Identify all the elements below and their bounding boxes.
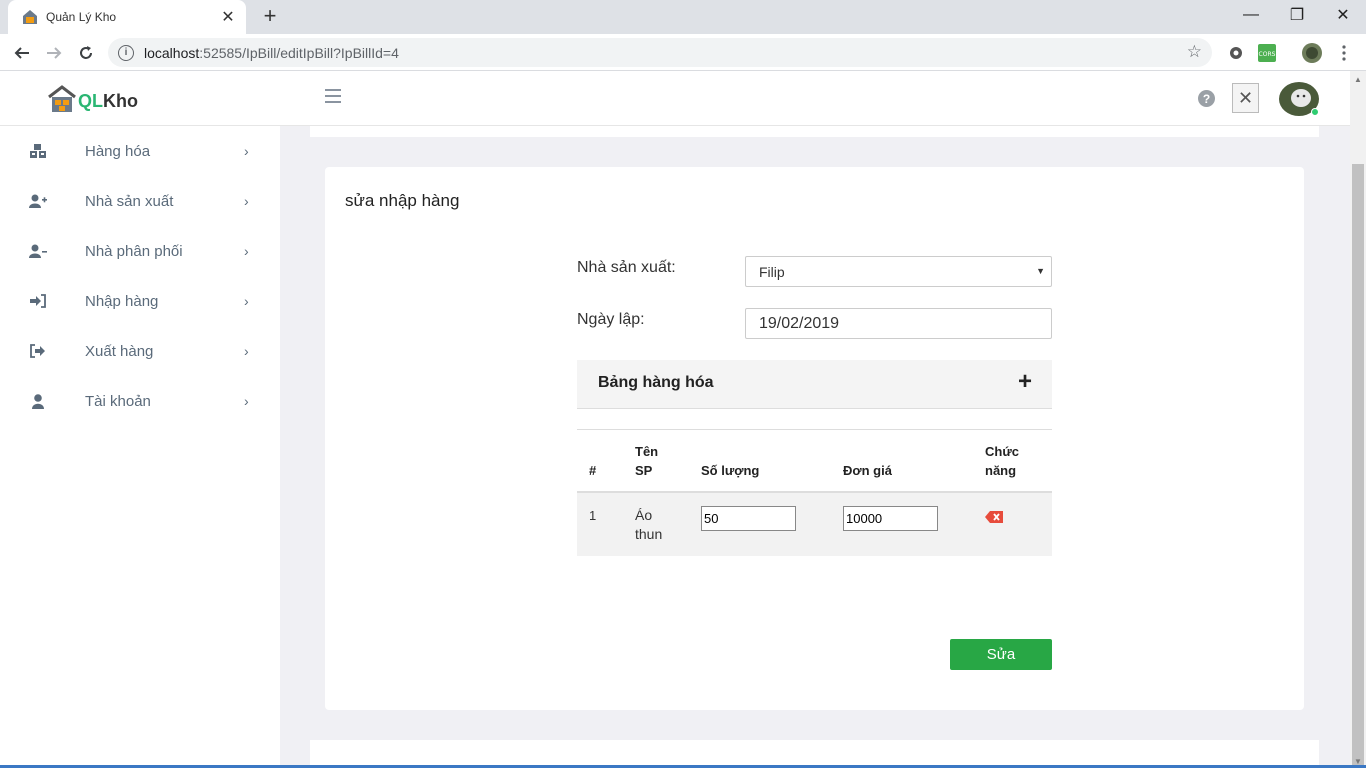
- new-tab-icon[interactable]: +: [258, 4, 282, 28]
- column-header-name: Tên SP: [635, 444, 659, 478]
- quantity-input[interactable]: 50: [701, 506, 796, 531]
- sidebar-item-nha-phan-phoi[interactable]: Nhà phân phối ›: [0, 226, 280, 276]
- online-status-dot: [1311, 108, 1319, 116]
- date-input[interactable]: 19/02/2019: [745, 308, 1052, 339]
- chevron-right-icon: ›: [244, 243, 249, 259]
- address-bar[interactable]: i localhost:52585/IpBill/editIpBill?IpBi…: [108, 38, 1212, 67]
- chevron-right-icon: ›: [244, 193, 249, 209]
- sidebar-item-nha-san-xuat[interactable]: Nhà sản xuất ›: [0, 176, 280, 226]
- chevron-right-icon: ›: [244, 293, 249, 309]
- content-bottom-panel: [310, 740, 1319, 768]
- sign-in-icon: [28, 291, 48, 311]
- sidebar-item-label: Tài khoản: [85, 392, 151, 410]
- product-table-header: Bảng hàng hóa +: [577, 360, 1052, 409]
- page-scrollbar[interactable]: ▲ ▼: [1350, 71, 1366, 768]
- restore-icon[interactable]: ❐: [1274, 0, 1320, 30]
- scroll-thumb[interactable]: [1352, 164, 1364, 768]
- sidebar-item-xuat-hang[interactable]: Xuất hàng ›: [0, 326, 280, 376]
- close-button[interactable]: ✕: [1232, 83, 1259, 113]
- warehouse-logo-icon: [48, 85, 76, 112]
- hamburger-menu-icon[interactable]: [325, 89, 341, 103]
- site-info-icon[interactable]: i: [118, 44, 134, 61]
- user-minus-icon: [28, 241, 48, 261]
- date-value: 19/02/2019: [759, 314, 840, 332]
- date-label: Ngày lập:: [577, 311, 645, 328]
- forward-icon[interactable]: [40, 39, 68, 67]
- sidebar-item-nhap-hang[interactable]: Nhập hàng ›: [0, 276, 280, 326]
- profile-avatar-icon[interactable]: [1302, 43, 1322, 63]
- product-table-title: Bảng hàng hóa: [598, 374, 714, 391]
- chevron-right-icon: ›: [244, 343, 249, 359]
- chevron-right-icon: ›: [244, 143, 249, 159]
- app-header: QLKho ? ✕: [0, 71, 1350, 126]
- delete-row-icon[interactable]: [985, 510, 1003, 528]
- sidebar-item-tai-khoan[interactable]: Tài khoản ›: [0, 376, 280, 426]
- extension-gear-icon[interactable]: [1226, 43, 1246, 63]
- column-header-action: Chức năng: [985, 444, 1019, 478]
- edit-import-card: sửa nhập hàng Nhà sản xuất: Filip ▼ Ngày…: [325, 167, 1304, 710]
- chevron-right-icon: ›: [244, 393, 249, 409]
- price-input[interactable]: 10000: [843, 506, 938, 531]
- cors-extension-icon[interactable]: CORS: [1257, 43, 1277, 63]
- table-header-row: # Tên SP Số lượng Đơn giá Chức năng: [577, 430, 1052, 493]
- bookmark-star-icon[interactable]: ☆: [1187, 42, 1202, 62]
- column-header-price: Đơn giá: [843, 463, 892, 478]
- sidebar-item-label: Nhập hàng: [85, 292, 159, 310]
- table-row: 1 Áo thun 50 10000: [577, 493, 1052, 556]
- user-plus-icon: [28, 191, 48, 211]
- row-index: 1: [589, 508, 597, 523]
- row-product-name: Áo thun: [635, 507, 663, 542]
- browser-tab[interactable]: Quản Lý Kho ✕: [8, 0, 246, 34]
- sidebar-item-label: Nhà sản xuất: [85, 192, 174, 210]
- column-header-index: #: [589, 463, 597, 478]
- browser-tab-strip: Quản Lý Kho ✕ + — ❐ ✕: [0, 0, 1366, 34]
- boxes-icon: [28, 141, 48, 161]
- sidebar-item-label: Nhà phân phối: [85, 242, 183, 260]
- manufacturer-selected-value: Filip: [759, 263, 785, 280]
- window-close-icon[interactable]: ✕: [1320, 0, 1366, 30]
- browser-toolbar: i localhost:52585/IpBill/editIpBill?IpBi…: [0, 34, 1366, 71]
- page-title: sửa nhập hàng: [345, 191, 460, 210]
- help-icon[interactable]: ?: [1198, 90, 1215, 107]
- sidebar-item-hang-hoa[interactable]: Hàng hóa ›: [0, 126, 280, 176]
- manufacturer-label: Nhà sản xuất:: [577, 259, 676, 276]
- sidebar-item-label: Xuất hàng: [85, 342, 154, 360]
- dropdown-arrow-icon: ▼: [1036, 266, 1045, 276]
- content-top-panel: [310, 126, 1319, 137]
- user-icon: [28, 391, 48, 411]
- app-logo[interactable]: QLKho: [48, 85, 138, 113]
- warehouse-favicon-icon: [22, 9, 38, 25]
- minimize-icon[interactable]: —: [1228, 0, 1274, 30]
- column-header-qty: Số lượng: [701, 463, 760, 478]
- user-avatar[interactable]: [1279, 82, 1319, 116]
- product-table: # Tên SP Số lượng Đơn giá Chức năng 1 Áo th…: [577, 429, 1052, 556]
- back-icon[interactable]: [8, 39, 36, 67]
- url-text: localhost:52585/IpBill/editIpBill?IpBill…: [144, 44, 399, 61]
- tab-close-icon[interactable]: ✕: [220, 7, 236, 27]
- sidebar: Hàng hóa › Nhà sản xuất › Nhà phân phối …: [0, 126, 280, 768]
- logo-text: QLKho: [78, 91, 138, 111]
- tab-title: Quản Lý Kho: [46, 10, 117, 24]
- browser-menu-icon[interactable]: [1334, 43, 1354, 63]
- reload-icon[interactable]: [72, 39, 100, 67]
- svg-text:CORS: CORS: [1259, 51, 1276, 58]
- add-row-icon[interactable]: +: [1018, 368, 1032, 396]
- submit-edit-button[interactable]: Sửa: [950, 639, 1052, 670]
- sign-out-icon: [28, 341, 48, 361]
- sidebar-item-label: Hàng hóa: [85, 142, 151, 160]
- manufacturer-select[interactable]: Filip ▼: [745, 256, 1052, 287]
- scroll-up-icon[interactable]: ▲: [1354, 75, 1362, 84]
